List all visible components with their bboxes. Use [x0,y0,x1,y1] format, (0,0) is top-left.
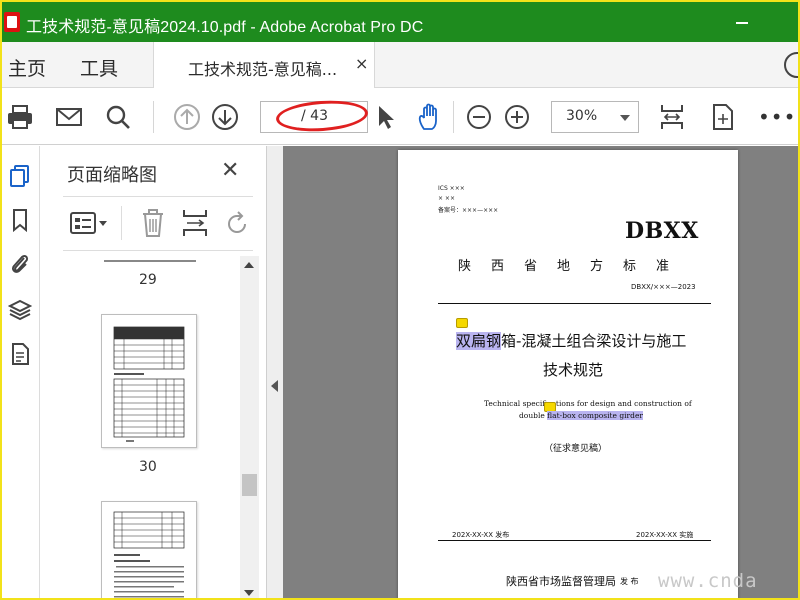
watermark-text: www.cnda [658,570,758,592]
zoom-value: 30% [566,108,598,124]
toolbar-separator [453,101,454,133]
pdf-page: ICS ××× × ×× 备案号：×××—××× DBXX 陕西省地方标准 DB… [398,150,738,598]
layers-icon[interactable] [8,298,32,322]
panel-title: 页面缩略图 [67,165,157,186]
tab-bar: 主页 工具 工技术规范-意见稿... × [2,42,798,88]
thumbnail-table-content [113,326,185,442]
ics-code: ICS ××× [438,185,465,192]
acrobat-app-icon [4,12,20,32]
scroll-thumb[interactable] [242,474,257,496]
toolbar: / 43 30% ••• [2,89,798,145]
thumbnail-page-30[interactable] [101,314,197,448]
standard-type: 陕西省地方标准 [458,259,690,274]
english-title-line-1: Technical specifications for design and … [484,399,692,408]
zoom-out-icon[interactable] [465,103,493,131]
issue-label: 发 布 [620,577,639,586]
thumbnail-list: 29 30 [41,256,241,598]
highlighted-title-text: 双扁钢 [456,332,502,350]
title-rest-text: 箱-混凝土组合梁设计与施工 [501,332,687,350]
issuing-authority: 陕西省市场监督管理局 [506,575,616,588]
navigation-rail [2,146,40,598]
thumbnail-page-number[interactable]: 30 [139,459,157,475]
close-tab-button[interactable]: × [355,54,368,73]
zoom-select[interactable]: 30% [551,101,639,133]
implement-date: 202X-XX-XX 实施 [636,531,694,539]
toolbar-separator [153,101,154,133]
zoom-in-icon[interactable] [503,103,531,131]
toolbar-separator [121,206,122,240]
help-icon[interactable] [784,52,798,78]
title-bar: 工技术规范-意见稿2024.10.pdf - Adobe Acrobat Pro… [2,2,798,42]
classification-code: × ×× [438,195,455,202]
app-frame: 工技术规范-意见稿2024.10.pdf - Adobe Acrobat Pro… [0,0,800,600]
document-title-line-2: 技术规范 [543,361,604,379]
thumbnail-text-content [113,511,185,598]
thumbnail-page-31[interactable] [101,501,197,598]
thumbnail-scrollbar[interactable] [240,256,259,598]
divider [63,196,253,197]
insert-page-icon[interactable] [181,208,209,238]
standard-code: DBXX/×××—2023 [631,283,696,291]
collapse-panel-strip[interactable] [267,146,283,598]
page-thumbnails-panel: 页面缩略图 ✕ 29 30 [41,146,267,598]
thumbnail-page-number[interactable]: 29 [139,272,157,288]
scroll-down-icon[interactable] [244,590,254,596]
document-view[interactable]: ICS ××× × ×× 备案号：×××—××× DBXX 陕西省地方标准 DB… [283,146,798,598]
rotate-icon[interactable] [223,210,251,238]
document-title-line-1: 双扁钢箱-混凝土组合梁设计与施工 [456,330,686,351]
scroll-up-icon[interactable] [244,262,254,268]
collapse-arrow-icon[interactable] [271,380,278,392]
thumbnail-tools [41,202,267,246]
search-icon[interactable] [104,103,132,131]
thumbnail-page-edge [104,260,196,262]
hand-tool-icon[interactable] [416,103,444,131]
thumbnail-options-icon[interactable] [69,210,109,236]
window-title: 工技术规范-意见稿2024.10.pdf - Adobe Acrobat Pro… [26,19,424,36]
page-thumbnails-icon[interactable] [8,164,32,188]
header-rule [438,303,711,304]
delete-page-icon[interactable] [139,208,167,238]
standard-mark: DBXX [625,218,699,244]
comment-note-icon[interactable] [456,318,468,328]
more-tools-icon[interactable]: ••• [758,105,796,129]
draft-label: （征求意见稿） [544,444,608,454]
english-title-line-2: double flat-box composite girder [519,411,643,420]
publish-date: 202X-XX-XX 发布 [452,531,510,539]
chevron-down-icon [620,115,630,121]
highlighted-english-text: flat-box composite girder [547,411,643,420]
divider [63,250,253,251]
english-title-prefix: double [519,411,548,420]
select-cursor-icon[interactable] [372,103,400,131]
next-page-icon[interactable] [211,103,239,131]
previous-page-icon[interactable] [173,103,201,131]
email-icon[interactable] [55,103,83,131]
document-tab-label: 工技术规范-意见稿... [188,60,338,79]
document-tab[interactable]: 工技术规范-意见稿... × [153,42,375,88]
fit-page-icon[interactable] [658,103,686,131]
nav-tools[interactable]: 工具 [80,54,118,81]
footer-rule [438,540,711,541]
close-panel-button[interactable]: ✕ [221,158,239,183]
bookmark-icon[interactable] [8,208,32,232]
record-number: 备案号：×××—××× [438,207,499,214]
minimize-button[interactable] [728,10,758,34]
print-icon[interactable] [6,103,34,131]
attachment-icon[interactable] [8,252,32,276]
document-properties-icon[interactable] [8,342,32,366]
rotate-page-icon[interactable] [708,103,736,131]
nav-home[interactable]: 主页 [8,54,46,81]
